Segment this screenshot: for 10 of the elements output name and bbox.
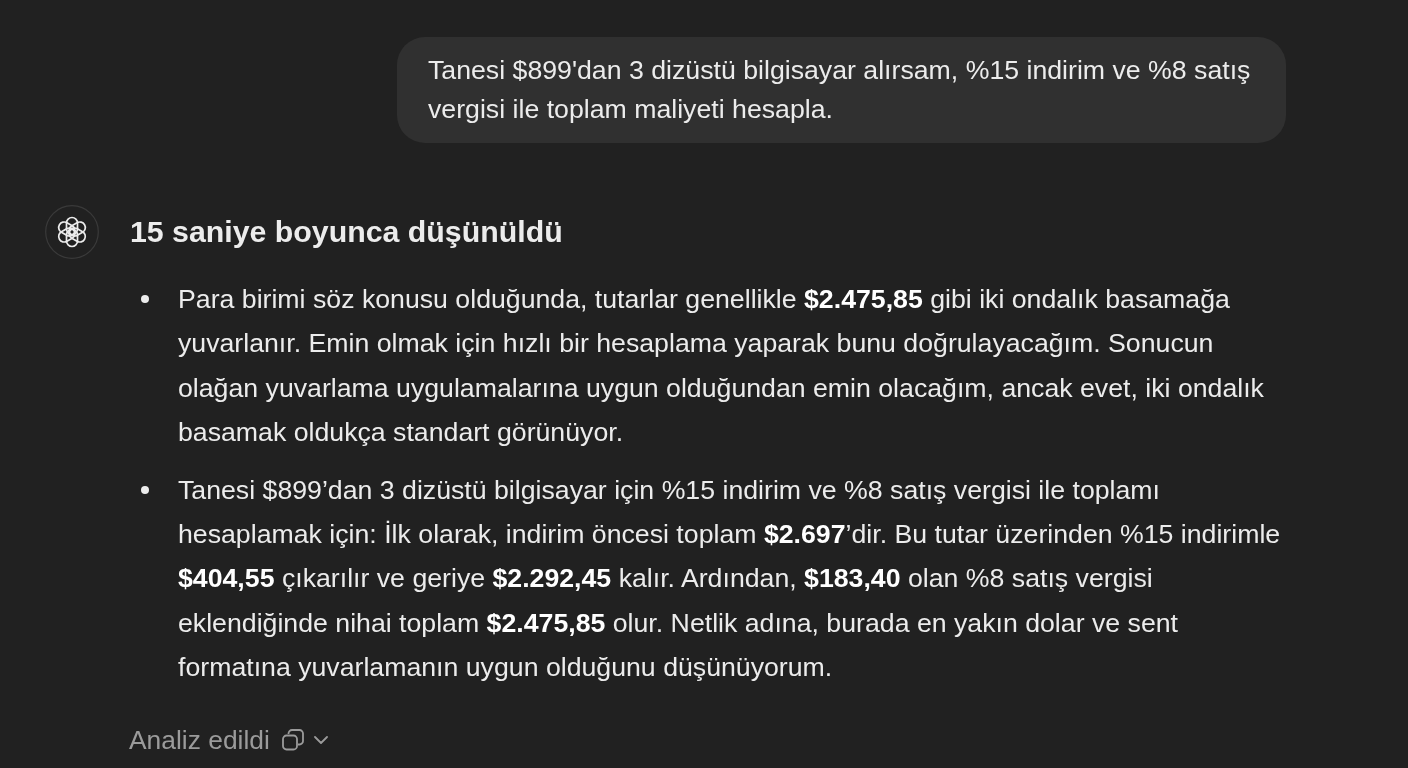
chevron-down-icon [313,735,328,744]
user-message: Tanesi $899'dan 3 dizüstü bilgisayar alırsam, %15 indirim ve %8 satış vergisi ile toplam maliyeti hesapla. [397,37,1286,143]
thought-paragraph: Tanesi $899’dan 3 dizüstü bilgisayar için %15 indirim ve %8 satış vergisi ile toplamı hesaplamak için: İlk olarak, indirim öncesi toplam $2.697’dir. Bu tutar üzerinden %15 indirimle $404,55 çıkarılır ve geriye $2.292,45 kalır. Ardından, $183,40 olan %8 satış vergisi eklendiğinde nihai toplam $2.475,85 olur. Netlik adına, burada en yakın dolar ve sent formatına yuvarlamanın uygun olduğunu düşünüyorum. [178,473,1282,685]
thinking-summary-title[interactable]: 15 saniye boyunca düşünüldü [130,212,563,252]
bullet-icon [141,295,149,303]
knot-logo-icon [45,205,99,259]
analysis-toggle[interactable]: Analiz edildi [129,721,328,758]
bullet-icon [141,485,149,494]
copy-icon [281,728,304,751]
thought-paragraph: Para birimi söz konusu olduğunda, tutarlar genellikle $2.475,85 gibi iki ondalık basamağa yuvarlanır. Emin olmak için hızlı bir hesaplama yaparak bunu doğrulayacağım. Sonucun olağan yuvarlama uygulamalarına uygun olduğundan emin olacağım, ancak evet, iki ondalık basamak oldukça standart görünüyor. [178,283,1265,450]
